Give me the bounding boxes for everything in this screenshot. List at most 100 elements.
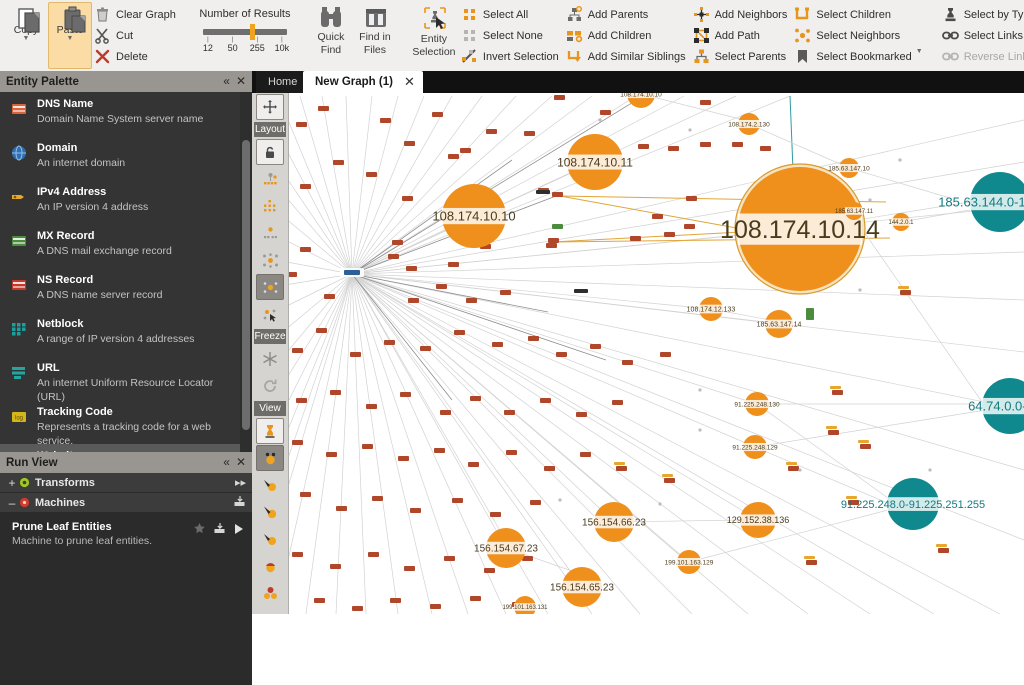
copy-caret-icon[interactable]: ▼ xyxy=(23,35,30,42)
palette-item-desc: Represents a tracking code for a web ser… xyxy=(37,421,211,447)
block-layout-button[interactable] xyxy=(256,166,284,192)
close-icon[interactable]: ✕ xyxy=(404,75,415,88)
main-view-button[interactable] xyxy=(256,418,284,444)
run-all-icon[interactable]: ▸▸ xyxy=(235,476,246,489)
add-parents-button[interactable]: Add Parents xyxy=(564,4,691,25)
graph-node[interactable]: 199.101.163.129 xyxy=(665,550,714,574)
paste-button[interactable]: Paste ▼ xyxy=(48,2,92,69)
select-children-button[interactable]: Select Children xyxy=(792,4,927,25)
graph-node[interactable]: 144.2.0.1 xyxy=(888,213,914,231)
graph-hub-node[interactable] xyxy=(340,268,364,277)
palette-scrollbar[interactable] xyxy=(240,92,252,458)
graph-node[interactable]: 156.154.67.23 xyxy=(474,528,538,568)
palette-item-ns-record[interactable]: NS Record A DNS name server record xyxy=(0,268,240,312)
ball-size-view-button[interactable] xyxy=(256,499,284,525)
number-of-results-slider[interactable] xyxy=(202,24,287,40)
tick-label-50: 50 xyxy=(227,43,238,53)
import-icon[interactable] xyxy=(213,522,226,540)
select-none-button[interactable]: Select None xyxy=(459,25,564,46)
select-links-icon xyxy=(941,27,959,44)
add-path-button[interactable]: Add Path xyxy=(691,25,793,46)
palette-item-tracking-code[interactable]: log Tracking Code Represents a tracking … xyxy=(0,400,240,447)
move-tool-button[interactable] xyxy=(256,94,284,120)
ribbon-group-results: Number of Results | | | | 12 50 255 10k xyxy=(189,0,301,71)
select-all-button[interactable]: Select All xyxy=(459,4,564,25)
tab-new-graph[interactable]: New Graph (1) ✕ xyxy=(303,71,423,93)
graph-node[interactable]: 108.174.10.10 xyxy=(620,93,662,108)
graph-node[interactable]: 91.225.248.130 xyxy=(734,392,780,416)
centrality-layout-button[interactable] xyxy=(256,220,284,246)
bubble-view-button[interactable] xyxy=(256,445,284,471)
graph-svg[interactable]: .ed{stroke:#d2d2d2;stroke-width:.7;fill:… xyxy=(252,93,1024,614)
hierarchical-layout-button[interactable] xyxy=(256,193,284,219)
copy-button[interactable]: Copy ▼ xyxy=(4,2,48,69)
select-parents-button[interactable]: Select Parents xyxy=(691,46,793,67)
machine-item-prune-leaf-entities[interactable]: Prune Leaf Entities Machine to prune lea… xyxy=(12,521,244,547)
palette-item-ipv4-address[interactable]: IPv4 Address An IP version 4 address xyxy=(0,180,240,224)
graph-node[interactable]: 185.63.147.14 xyxy=(757,310,802,338)
palette-item-domain[interactable]: Domain An internet domain xyxy=(0,136,240,180)
add-similar-siblings-icon xyxy=(566,48,583,65)
find-in-files-button[interactable]: Find in Files xyxy=(353,2,397,69)
edge-weighted-view-button[interactable] xyxy=(256,526,284,552)
freeze-snowflake-button[interactable] xyxy=(256,346,284,372)
add-similar-siblings-button[interactable]: Add Similar Siblings xyxy=(564,46,691,67)
run-view-section-transforms[interactable]: + Transforms ▸▸ xyxy=(0,473,252,493)
organic-layout-button[interactable] xyxy=(256,247,284,273)
unlock-layout-button[interactable] xyxy=(256,139,284,165)
collapse-icon[interactable]: « xyxy=(223,456,230,468)
select-bookmarked-button[interactable]: Select Bookmarked ▼ xyxy=(792,46,927,67)
select-by-type-button[interactable]: Select by Type ▼ xyxy=(940,4,1024,25)
add-neighbors-button[interactable]: Add Neighbors xyxy=(691,4,793,25)
add-children-button[interactable]: Add Children xyxy=(564,25,691,46)
palette-item-netblock[interactable]: Netblock A range of IP version 4 address… xyxy=(0,312,240,356)
heat-view-button[interactable] xyxy=(256,553,284,579)
graph-entity-nodes[interactable]: 108.174.10.14 108.174.10.10 108.174.10.11 1… xyxy=(432,93,1024,614)
run-view-section-machines[interactable]: – Machines xyxy=(0,493,252,513)
expander-icon[interactable]: – xyxy=(6,497,18,509)
expander-icon[interactable]: + xyxy=(6,477,18,489)
entity-list-view-button[interactable] xyxy=(256,472,284,498)
slider-knob[interactable] xyxy=(249,24,255,40)
interactive-layout-button[interactable] xyxy=(256,301,284,327)
select-links-button[interactable]: Select Links ▼ xyxy=(940,25,1024,46)
select-bookmarked-caret-icon[interactable]: ▼ xyxy=(916,48,923,55)
close-icon[interactable]: ✕ xyxy=(236,456,246,468)
entity-selection-button[interactable]: Entity Selection xyxy=(409,2,459,69)
quick-find-button[interactable]: Quick Find xyxy=(309,2,353,69)
graph-canvas[interactable]: .ed{stroke:#d2d2d2;stroke-width:.7;fill:… xyxy=(252,93,1024,614)
graph-node[interactable]: 108.174.2.130 xyxy=(728,113,770,135)
select-neighbors-button[interactable]: Select Neighbors xyxy=(792,25,927,46)
ns-record-icon xyxy=(10,276,28,294)
graph-node[interactable]: 91.225.248.129 xyxy=(732,435,778,459)
graph-node[interactable]: 156.154.65.23 xyxy=(550,567,614,607)
palette-scrollbar-thumb[interactable] xyxy=(242,140,250,430)
reverse-links-button[interactable]: Reverse Links xyxy=(940,46,1024,67)
collapse-icon[interactable]: « xyxy=(223,75,230,87)
play-icon[interactable] xyxy=(233,522,244,540)
clear-graph-button[interactable]: Clear Graph xyxy=(92,4,181,25)
import-icon[interactable] xyxy=(233,495,246,511)
invert-selection-button[interactable]: Invert Selection xyxy=(459,46,564,67)
palette-item-mx-record[interactable]: MX Record A DNS mail exchange record xyxy=(0,224,240,268)
delete-button[interactable]: Delete xyxy=(92,46,181,67)
palette-item-text: IPv4 Address An IP version 4 address xyxy=(37,186,148,214)
palette-item-url[interactable]: URL An internet Uniform Resource Locator… xyxy=(0,356,240,403)
graph-node[interactable]: 64.74.0.0-64.7 xyxy=(968,378,1024,434)
graph-node[interactable]: 108.174.10.14 xyxy=(720,163,880,295)
circular-layout-button[interactable] xyxy=(256,274,284,300)
graph-node[interactable]: 199.101.163.131 xyxy=(502,596,548,614)
close-icon[interactable]: ✕ xyxy=(236,75,246,87)
graph-node[interactable]: 129.152.38.136 xyxy=(727,502,790,538)
refresh-layout-button[interactable] xyxy=(256,373,284,399)
tab-home[interactable]: Home xyxy=(256,71,310,93)
graph-node[interactable]: 185.63.144.0-185.63. xyxy=(938,172,1024,232)
graph-node[interactable]: 91.225.248.0-91.225.251.255 xyxy=(841,478,985,530)
graph-node[interactable]: 156.154.66.23 xyxy=(582,502,646,542)
cluster-view-button[interactable] xyxy=(256,580,284,606)
paste-caret-icon[interactable]: ▼ xyxy=(67,35,74,42)
graph-node[interactable]: 108.174.10.11 xyxy=(557,134,633,190)
palette-item-dns-name[interactable]: DNS Name Domain Name System server name xyxy=(0,92,240,136)
cut-button[interactable]: Cut xyxy=(92,25,181,46)
favorite-star-icon[interactable] xyxy=(193,522,206,540)
